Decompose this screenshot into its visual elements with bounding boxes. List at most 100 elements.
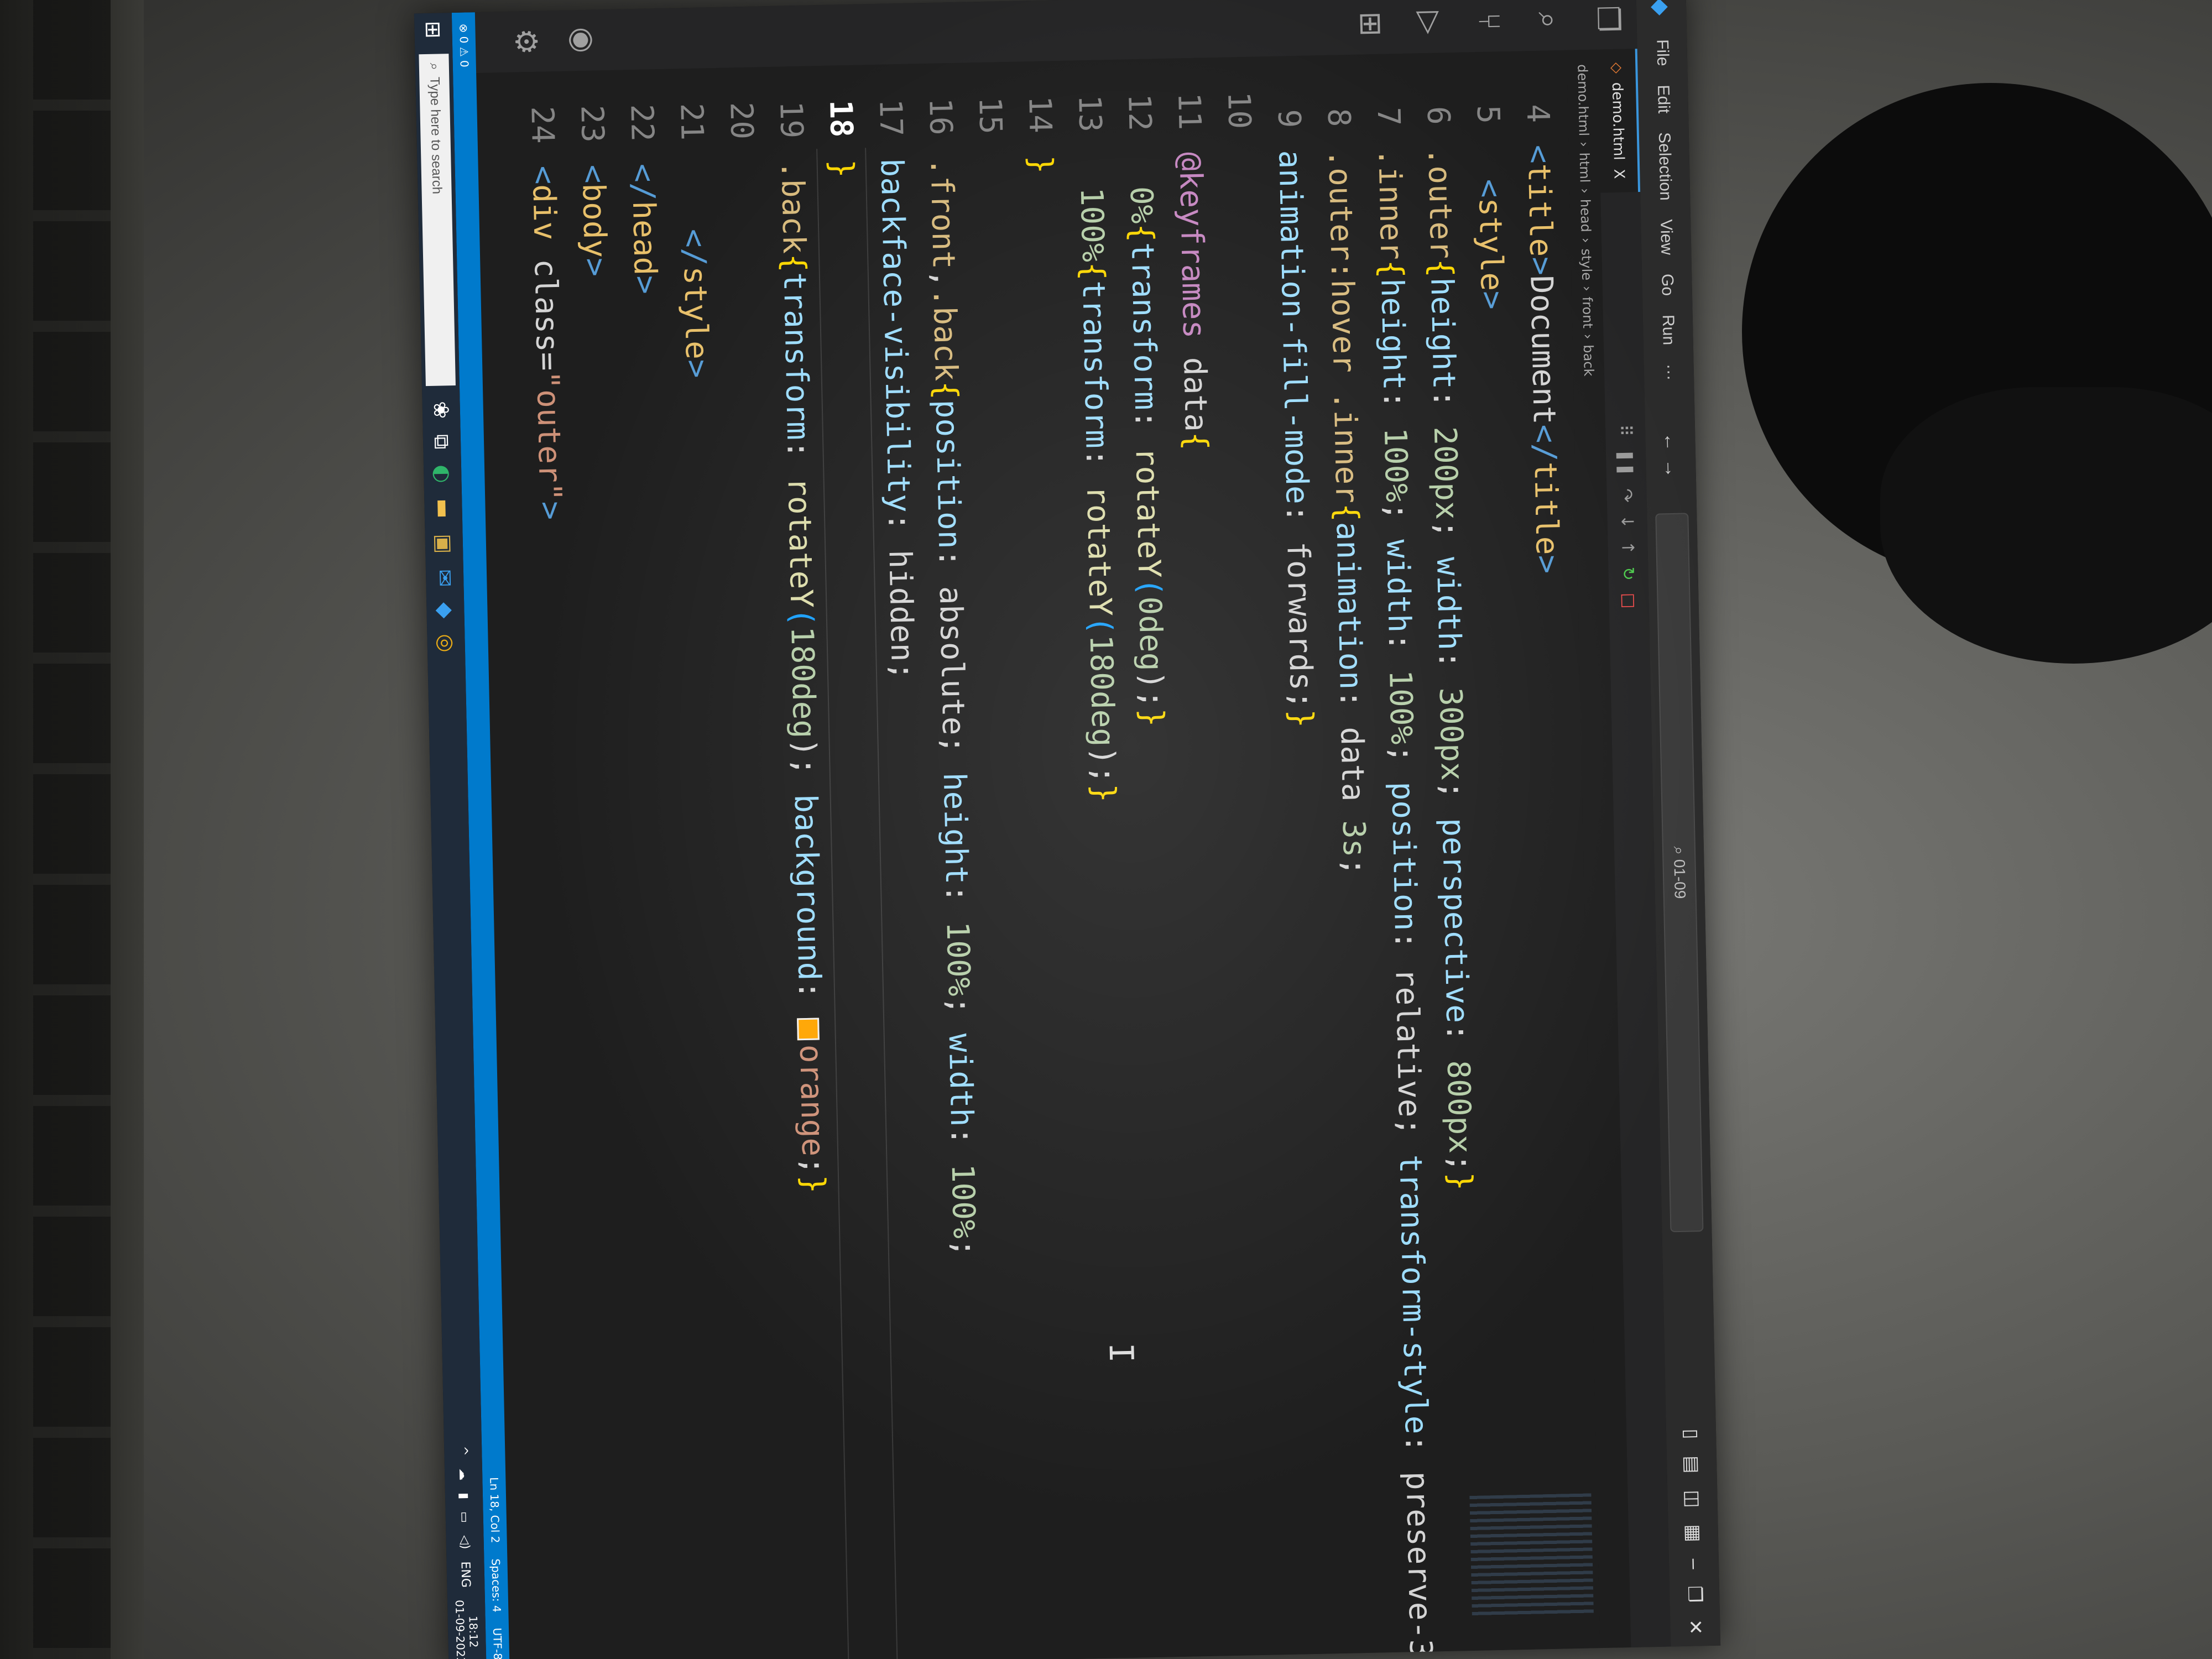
vscode-taskbar-icon[interactable]: ◆: [433, 602, 458, 619]
minimap[interactable]: [1469, 1493, 1594, 1618]
line-number: 12: [1121, 93, 1158, 132]
cursor-position[interactable]: Ln 18, Col 2: [487, 1477, 502, 1543]
mail-icon[interactable]: ✉: [432, 569, 457, 587]
code-line[interactable]: <body>: [568, 164, 620, 277]
menu-view[interactable]: View: [1656, 219, 1676, 255]
search-text: 01-09: [1671, 859, 1689, 899]
tab-close-icon[interactable]: X: [1610, 169, 1627, 179]
line-number: 20: [723, 101, 760, 140]
minimize-icon[interactable]: –: [1683, 1558, 1705, 1569]
layout-icon[interactable]: ▯: [1680, 1428, 1702, 1439]
restart-icon[interactable]: ↻: [1619, 567, 1639, 581]
line-number: 10: [1220, 91, 1258, 129]
encoding[interactable]: UTF-8: [491, 1627, 504, 1659]
code-line[interactable]: .front,.back{position: absolute; height:…: [916, 157, 989, 1258]
window-frame: [33, 0, 111, 1659]
debug-toolbar: ⠿ ❚❚ ↷ ↓ ↑ ↻ □: [1605, 424, 1649, 609]
cloud-icon[interactable]: ☁: [456, 1468, 470, 1481]
clock[interactable]: 18:12 01-09-2023: [453, 1599, 481, 1659]
pause-icon[interactable]: ❚❚: [1616, 448, 1636, 477]
step-into-icon[interactable]: ↓: [1618, 514, 1637, 529]
breadcrumb-item[interactable]: front: [1579, 296, 1595, 328]
source-control-icon[interactable]: ⑂: [1472, 12, 1507, 31]
code-line[interactable]: }: [1015, 155, 1066, 175]
widgets-icon[interactable]: ❀: [429, 401, 454, 419]
code-line[interactable]: <div class="outer">: [518, 165, 575, 520]
step-over-icon[interactable]: ↷: [1617, 488, 1637, 503]
task-view-icon[interactable]: ⧉: [429, 434, 455, 450]
status-right: Ln 18, Col 2 Spaces: 4 UTF-8: [487, 1477, 504, 1659]
gear-icon[interactable]: ⚙: [508, 28, 544, 55]
account-icon[interactable]: ◉: [565, 27, 601, 54]
layout-sidebar-icon[interactable]: ◫: [1681, 1490, 1704, 1508]
problems-indicator[interactable]: ⊗ 0 ⚠ 0: [457, 23, 471, 67]
code-editor[interactable]: 4 5 6 7 8 9 10 11 12 13 14 15 16 17 18 19 20 21 22 23 24 <ti…: [476, 50, 1600, 1659]
code-line[interactable]: </style>: [669, 228, 722, 379]
code-line[interactable]: }: [817, 159, 867, 179]
menu-selection[interactable]: Selection: [1655, 132, 1675, 201]
stop-icon[interactable]: □: [1619, 593, 1639, 609]
search-icon[interactable]: ⌕: [1531, 12, 1567, 29]
layout-panel-icon[interactable]: ▤: [1681, 1455, 1703, 1474]
html-file-icon: ◇: [1608, 62, 1625, 74]
line-number: 6: [1420, 106, 1457, 126]
command-center-search[interactable]: ⌕ 01-09: [1655, 513, 1704, 1233]
breadcrumb-item[interactable]: html: [1577, 152, 1593, 182]
mouse-text-cursor-icon: I: [1101, 1342, 1141, 1364]
drag-handle-icon[interactable]: ⠿: [1615, 424, 1635, 437]
extensions-icon[interactable]: ⊞: [1353, 11, 1389, 37]
line-number: 17: [872, 98, 909, 137]
nav-arrows[interactable]: ←→: [1660, 432, 1682, 486]
restore-icon[interactable]: ❐: [1683, 1585, 1706, 1603]
color-swatch[interactable]: [797, 1018, 820, 1041]
clock-date: 01-09-2023: [452, 1599, 468, 1659]
step-out-icon[interactable]: ↑: [1618, 540, 1638, 555]
breadcrumb-item[interactable]: demo.html: [1574, 64, 1592, 136]
forward-arrow-icon[interactable]: →: [1661, 459, 1682, 486]
taskbar-search[interactable]: ⌕ Type here to search: [419, 53, 456, 386]
indentation[interactable]: Spaces: 4: [489, 1558, 503, 1613]
run-debug-icon[interactable]: ▷: [1412, 11, 1448, 35]
breadcrumb-item[interactable]: back: [1580, 345, 1597, 377]
code-line[interactable]: <title>Document</title>: [1513, 144, 1572, 574]
line-number: 4: [1519, 103, 1556, 123]
monitor: ◆ File Edit Selection View Go Run ··· ←→…: [414, 0, 1721, 1659]
line-number: 24: [524, 106, 561, 144]
screen: ◆ File Edit Selection View Go Run ··· ←→…: [414, 0, 1721, 1659]
menu-more[interactable]: ···: [1660, 364, 1679, 381]
menu-go[interactable]: Go: [1657, 274, 1677, 296]
system-tray: ^ ☁ ▮ ▭ ◁) ENG 18:12 01-09-2023: [450, 1446, 481, 1659]
menu-file[interactable]: File: [1652, 39, 1672, 66]
menu-run[interactable]: Run: [1658, 315, 1678, 346]
line-number: 9: [1270, 108, 1307, 129]
window-controls: ▯ ▤ ◫ ▦ – ❐ ✕: [1680, 1428, 1707, 1635]
language-indicator[interactable]: ENG: [458, 1561, 473, 1588]
edge-browser-icon[interactable]: ◐: [430, 465, 455, 483]
line-number: 21: [673, 102, 710, 141]
windows-start-icon[interactable]: ⊞: [421, 20, 446, 39]
line-number: 11: [1171, 92, 1208, 131]
code-line[interactable]: <style>: [1464, 179, 1517, 310]
breadcrumb-item[interactable]: style: [1578, 248, 1594, 280]
code-line[interactable]: </head>: [618, 163, 670, 295]
breadcrumb-item[interactable]: head: [1577, 199, 1593, 232]
code-line[interactable]: @keyframes data{: [1165, 152, 1220, 451]
menu-edit[interactable]: Edit: [1653, 85, 1673, 113]
volume-icon[interactable]: ◁): [458, 1535, 472, 1550]
network-icon[interactable]: ▭: [457, 1511, 471, 1523]
line-number: 18: [822, 100, 859, 138]
close-icon[interactable]: ✕: [1684, 1619, 1707, 1635]
back-arrow-icon[interactable]: ←: [1660, 432, 1682, 460]
file-explorer-icon[interactable]: ▬: [431, 498, 456, 519]
vscode-logo-icon: ◆: [1648, 0, 1673, 16]
activity-bar-bottom: ◉ ⚙: [508, 27, 601, 55]
layout-custom-icon[interactable]: ▦: [1682, 1524, 1705, 1542]
explorer-icon[interactable]: ❐: [1590, 5, 1626, 33]
clock-time: 18:12: [466, 1615, 481, 1648]
chrome-icon[interactable]: ◎: [434, 634, 458, 653]
store-icon[interactable]: ▣: [432, 534, 457, 554]
chevron-up-icon[interactable]: ^: [456, 1446, 470, 1456]
battery-icon[interactable]: ▮: [457, 1493, 471, 1500]
tab-demo-html[interactable]: ◇ demo.html X: [1597, 49, 1641, 193]
taskbar-search-placeholder: Type here to search: [427, 76, 445, 195]
